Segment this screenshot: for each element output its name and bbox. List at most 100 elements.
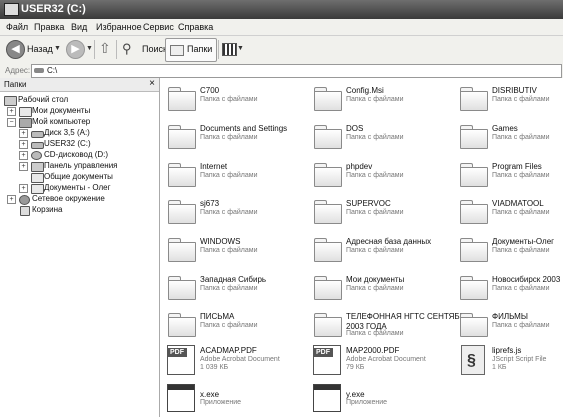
search-icon[interactable]: ⚲ bbox=[122, 41, 132, 57]
desktop-icon bbox=[4, 96, 17, 106]
folder-item[interactable]: VIADMATOOL Папка с файлами bbox=[452, 196, 563, 230]
folder-icon bbox=[460, 200, 488, 224]
folder-item[interactable]: Program Files Папка с файлами bbox=[452, 159, 563, 193]
folders-button-label: Папки bbox=[187, 44, 213, 54]
folder-item[interactable]: Config.Msi Папка с файлами bbox=[306, 83, 446, 117]
drive-icon bbox=[34, 68, 44, 73]
expand-icon[interactable]: + bbox=[19, 162, 28, 171]
folder-item[interactable]: DISRIBUTIV Папка с файлами bbox=[452, 83, 563, 117]
folder-icon bbox=[168, 87, 196, 111]
file-item[interactable]: y.exe Приложение bbox=[306, 380, 446, 414]
menu-bar: Файл Правка Вид Избранное Сервис Справка bbox=[0, 19, 563, 36]
control-panel-icon bbox=[31, 162, 44, 172]
folder-icon bbox=[314, 163, 342, 187]
folder-item[interactable]: SUPERVOC Папка с файлами bbox=[306, 196, 446, 230]
folder-item[interactable]: Documents and Settings Папка с файлами bbox=[160, 121, 300, 155]
network-icon bbox=[19, 195, 30, 205]
menu-view[interactable]: Вид bbox=[71, 22, 87, 32]
cd-drive-icon bbox=[31, 151, 42, 160]
folder-item[interactable]: WINDOWS Папка с файлами bbox=[160, 234, 300, 268]
folder-item[interactable]: ТЕЛЕФОННАЯ НГТС СЕНТЯБРЬ 2003 ГОДА Папка… bbox=[306, 309, 470, 343]
views-dropdown-icon[interactable]: ▼ bbox=[237, 45, 244, 52]
folder-item[interactable]: Документы-Олег Папка с файлами bbox=[452, 234, 563, 268]
folder-icon bbox=[460, 313, 488, 337]
collapse-icon[interactable]: − bbox=[7, 118, 16, 127]
expand-icon[interactable]: + bbox=[19, 151, 28, 160]
menu-edit[interactable]: Правка bbox=[34, 22, 64, 32]
folder-item[interactable]: Internet Папка с файлами bbox=[160, 159, 300, 193]
folder-icon bbox=[460, 87, 488, 111]
folder-item[interactable]: ФИЛЬМЫ Папка с файлами bbox=[452, 309, 563, 343]
views-icon[interactable] bbox=[222, 43, 237, 56]
pdf-icon: PDF bbox=[313, 345, 341, 375]
folder-item[interactable]: C700 Папка с файлами bbox=[160, 83, 300, 117]
toolbar-separator bbox=[218, 40, 219, 59]
address-input[interactable]: C:\ bbox=[31, 64, 562, 78]
folder-item[interactable]: phpdev Папка с файлами bbox=[306, 159, 446, 193]
file-list: C700 Папка с файлами Config.Msi Папка с … bbox=[160, 78, 563, 417]
folder-item[interactable]: Games Папка с файлами bbox=[452, 121, 563, 155]
folder-icon bbox=[314, 313, 342, 337]
window-icon bbox=[4, 3, 19, 16]
back-button-label[interactable]: Назад bbox=[27, 44, 53, 54]
folder-item[interactable]: Адресная база данных Папка с файлами bbox=[306, 234, 446, 268]
menu-help[interactable]: Справка bbox=[178, 22, 213, 32]
folder-icon bbox=[168, 125, 196, 149]
address-label: Адрес: bbox=[5, 66, 31, 75]
forward-dropdown-icon[interactable]: ▼ bbox=[86, 45, 93, 52]
application-icon bbox=[313, 384, 341, 412]
folder-icon bbox=[168, 238, 196, 262]
folder-item[interactable]: Новосибирск 2003 Папка с файлами bbox=[452, 272, 563, 306]
expand-icon[interactable]: + bbox=[7, 195, 16, 204]
toolbar: ◀ Назад ▼ ▶ ▼ ⇧ ⚲ Поиск Папки ▼ bbox=[0, 36, 563, 64]
folder-item[interactable]: sj673 Папка с файлами bbox=[160, 196, 300, 230]
folder-icon bbox=[168, 200, 196, 224]
folders-icon bbox=[170, 45, 184, 56]
toolbar-separator bbox=[94, 40, 95, 59]
expand-icon[interactable]: + bbox=[19, 129, 28, 138]
folder-icon bbox=[168, 276, 196, 300]
application-icon bbox=[167, 384, 195, 412]
computer-icon bbox=[19, 118, 32, 128]
file-item[interactable]: PDF ACADMAP.PDF Adobe Acrobat Document 1… bbox=[160, 343, 300, 377]
folder-icon bbox=[31, 184, 44, 194]
folder-item[interactable]: Мои документы Папка с файлами bbox=[306, 272, 446, 306]
back-icon[interactable]: ◀ bbox=[6, 40, 25, 59]
folder-icon bbox=[314, 238, 342, 262]
expand-icon[interactable]: + bbox=[19, 184, 28, 193]
folder-icon bbox=[460, 276, 488, 300]
back-dropdown-icon[interactable]: ▼ bbox=[54, 45, 61, 52]
file-item[interactable]: x.exe Приложение bbox=[160, 380, 300, 414]
forward-icon[interactable]: ▶ bbox=[66, 40, 85, 59]
floppy-icon bbox=[31, 131, 44, 138]
up-folder-icon[interactable]: ⇧ bbox=[99, 40, 111, 57]
folder-item[interactable]: DOS Папка с файлами bbox=[306, 121, 446, 155]
folder-icon bbox=[19, 107, 32, 117]
folders-pane: Папки × Рабочий стол + Мои документы − М… bbox=[0, 78, 160, 417]
file-item[interactable]: PDF MAP2000.PDF Adobe Acrobat Document 7… bbox=[306, 343, 446, 377]
folders-pane-title: Папки bbox=[4, 80, 27, 89]
menu-file[interactable]: Файл bbox=[6, 22, 28, 32]
expand-icon[interactable]: + bbox=[19, 140, 28, 149]
address-bar: Адрес: C:\ bbox=[0, 63, 563, 79]
close-icon[interactable]: × bbox=[149, 78, 155, 89]
menu-tools[interactable]: Сервис bbox=[143, 22, 174, 32]
recycle-bin-icon bbox=[20, 206, 30, 216]
folder-icon bbox=[460, 238, 488, 262]
folders-button[interactable]: Папки bbox=[165, 38, 217, 62]
script-file-icon: § bbox=[461, 345, 485, 375]
folders-pane-header: Папки × bbox=[0, 78, 159, 92]
window-title: USER32 (C:) bbox=[21, 3, 86, 15]
title-bar: USER32 (C:) bbox=[0, 0, 563, 19]
toolbar-separator bbox=[116, 40, 117, 59]
folder-icon bbox=[168, 163, 196, 187]
folder-icon bbox=[314, 200, 342, 224]
search-button-label[interactable]: Поиск bbox=[142, 44, 167, 54]
expand-icon[interactable]: + bbox=[7, 107, 16, 116]
folder-item[interactable]: ПИСЬМА Папка с файлами bbox=[160, 309, 300, 343]
folder-icon bbox=[31, 173, 44, 183]
folder-item[interactable]: Западная Сибирь Папка с файлами bbox=[160, 272, 300, 306]
file-item[interactable]: § liprefs.js JScript Script File 1 КБ bbox=[452, 343, 563, 377]
menu-favorites[interactable]: Избранное bbox=[96, 22, 142, 32]
folder-icon bbox=[460, 163, 488, 187]
